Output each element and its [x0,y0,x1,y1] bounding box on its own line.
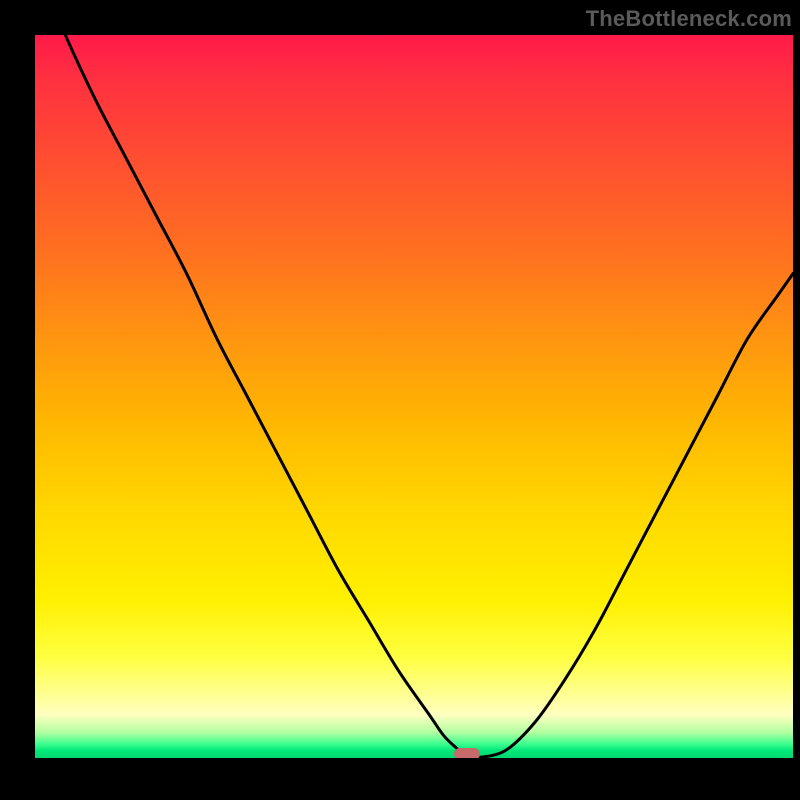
bottleneck-curve-path [35,35,793,758]
optimal-marker [454,748,480,758]
chart-frame: TheBottleneck.com [0,0,800,800]
curve-svg [35,35,793,758]
plot-area [35,35,793,758]
watermark-text: TheBottleneck.com [586,6,792,32]
